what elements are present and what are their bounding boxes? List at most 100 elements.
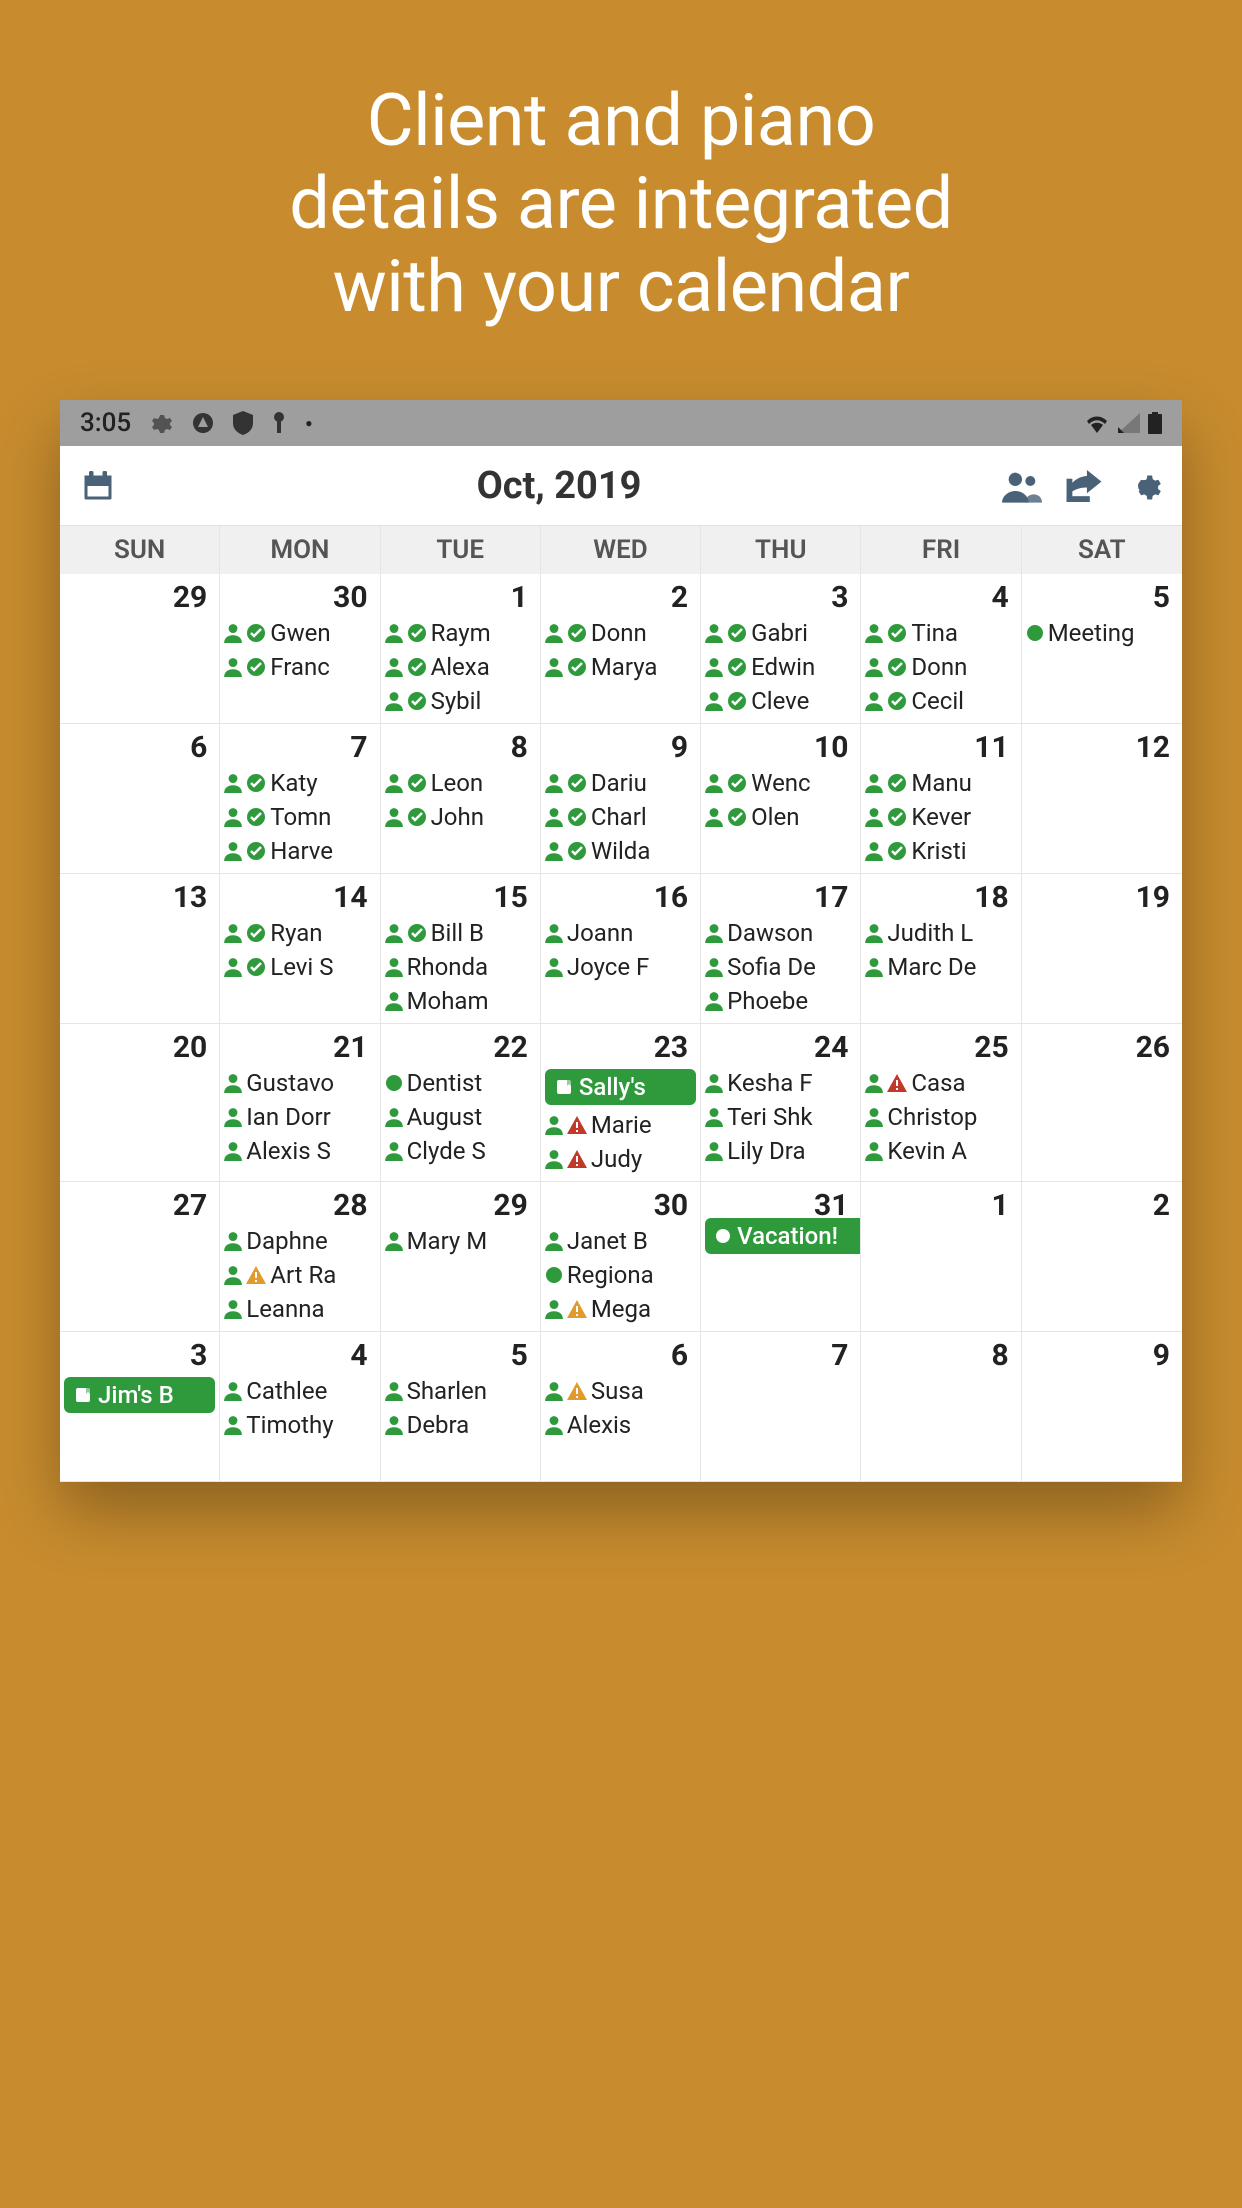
event-item[interactable]: Kevin A: [865, 1137, 1016, 1165]
event-item[interactable]: Bill B: [385, 919, 536, 947]
event-item[interactable]: Cleve: [705, 687, 856, 715]
day-cell[interactable]: 28DaphneArt RaLeanna: [220, 1182, 380, 1332]
event-item[interactable]: Wilda: [545, 837, 696, 865]
day-cell[interactable]: 24Kesha FTeri ShkLily Dra: [701, 1024, 861, 1182]
event-item[interactable]: Sybil: [385, 687, 536, 715]
event-item[interactable]: Mega: [545, 1295, 696, 1323]
day-cell[interactable]: 16JoannJoyce F: [541, 874, 701, 1024]
day-cell[interactable]: 27: [60, 1182, 220, 1332]
day-cell[interactable]: 31Vacation!: [701, 1182, 861, 1332]
event-item[interactable]: Olen: [705, 803, 856, 831]
event-item[interactable]: Judy: [545, 1145, 696, 1173]
day-cell[interactable]: 3GabriEdwinCleve: [701, 574, 861, 724]
event-item[interactable]: Sofia De: [705, 953, 856, 981]
event-item[interactable]: Ian Dorr: [224, 1103, 375, 1131]
event-item[interactable]: Kristi: [865, 837, 1016, 865]
day-cell[interactable]: 30Janet BRegionaMega: [541, 1182, 701, 1332]
day-cell[interactable]: 20: [60, 1024, 220, 1182]
event-item[interactable]: Judith L: [865, 919, 1016, 947]
event-banner[interactable]: Sally's: [545, 1069, 696, 1105]
event-item[interactable]: Alexa: [385, 653, 536, 681]
event-item[interactable]: Clyde S: [385, 1137, 536, 1165]
event-item[interactable]: Casa: [865, 1069, 1016, 1097]
day-cell[interactable]: 12: [1022, 724, 1182, 874]
event-item[interactable]: Marc De: [865, 953, 1016, 981]
event-item[interactable]: Lily Dra: [705, 1137, 856, 1165]
event-item[interactable]: Regiona: [545, 1261, 696, 1289]
day-cell[interactable]: 3Jim's B: [60, 1332, 220, 1482]
event-item[interactable]: Donn: [865, 653, 1016, 681]
event-item[interactable]: Tomn: [224, 803, 375, 831]
day-cell[interactable]: 23Sally'sMarieJudy: [541, 1024, 701, 1182]
event-item[interactable]: Phoebe: [705, 987, 856, 1015]
event-item[interactable]: Charl: [545, 803, 696, 831]
event-item[interactable]: Marie: [545, 1111, 696, 1139]
event-item[interactable]: Dawson: [705, 919, 856, 947]
event-item[interactable]: Cathlee: [224, 1377, 375, 1405]
event-item[interactable]: Ryan: [224, 919, 375, 947]
day-cell[interactable]: 11ManuKeverKristi: [861, 724, 1021, 874]
day-cell[interactable]: 17DawsonSofia DePhoebe: [701, 874, 861, 1024]
event-item[interactable]: Rhonda: [385, 953, 536, 981]
event-item[interactable]: Christop: [865, 1103, 1016, 1131]
event-banner[interactable]: Jim's B: [64, 1377, 215, 1413]
event-item[interactable]: Wenc: [705, 769, 856, 797]
day-cell[interactable]: 9: [1022, 1332, 1182, 1482]
event-item[interactable]: Teri Shk: [705, 1103, 856, 1131]
day-cell[interactable]: 8: [861, 1332, 1021, 1482]
day-cell[interactable]: 5Meeting: [1022, 574, 1182, 724]
event-item[interactable]: Leon: [385, 769, 536, 797]
event-item[interactable]: Debra: [385, 1411, 536, 1439]
event-wide-banner[interactable]: Vacation!: [705, 1218, 861, 1254]
event-item[interactable]: Moham: [385, 987, 536, 1015]
event-item[interactable]: Mary M: [385, 1227, 536, 1255]
day-cell[interactable]: 2DonnMarya: [541, 574, 701, 724]
day-cell[interactable]: 10WencOlen: [701, 724, 861, 874]
event-item[interactable]: Marya: [545, 653, 696, 681]
event-item[interactable]: Janet B: [545, 1227, 696, 1255]
day-cell[interactable]: 6: [60, 724, 220, 874]
event-item[interactable]: Gabri: [705, 619, 856, 647]
event-item[interactable]: Susa: [545, 1377, 696, 1405]
event-item[interactable]: Art Ra: [224, 1261, 375, 1289]
day-cell[interactable]: 4TinaDonnCecil: [861, 574, 1021, 724]
day-cell[interactable]: 5SharlenDebra: [381, 1332, 541, 1482]
event-item[interactable]: Daphne: [224, 1227, 375, 1255]
event-item[interactable]: Joyce F: [545, 953, 696, 981]
settings-icon[interactable]: [1126, 468, 1162, 504]
event-item[interactable]: Katy: [224, 769, 375, 797]
day-cell[interactable]: 30GwenFranc: [220, 574, 380, 724]
event-item[interactable]: Gustavo: [224, 1069, 375, 1097]
event-item[interactable]: Gwen: [224, 619, 375, 647]
event-item[interactable]: Alexis: [545, 1411, 696, 1439]
event-item[interactable]: Levi S: [224, 953, 375, 981]
event-item[interactable]: Joann: [545, 919, 696, 947]
day-cell[interactable]: 29: [60, 574, 220, 724]
event-item[interactable]: Alexis S: [224, 1137, 375, 1165]
event-item[interactable]: August: [385, 1103, 536, 1131]
day-cell[interactable]: 26: [1022, 1024, 1182, 1182]
share-icon[interactable]: [1066, 470, 1102, 502]
event-item[interactable]: Meeting: [1026, 619, 1178, 647]
day-cell[interactable]: 19: [1022, 874, 1182, 1024]
day-cell[interactable]: 15Bill BRhondaMoham: [381, 874, 541, 1024]
event-item[interactable]: Harve: [224, 837, 375, 865]
event-item[interactable]: Tina: [865, 619, 1016, 647]
day-cell[interactable]: 14RyanLevi S: [220, 874, 380, 1024]
event-item[interactable]: Kesha F: [705, 1069, 856, 1097]
day-cell[interactable]: 18Judith LMarc De: [861, 874, 1021, 1024]
day-cell[interactable]: 21GustavoIan DorrAlexis S: [220, 1024, 380, 1182]
event-item[interactable]: Leanna: [224, 1295, 375, 1323]
day-cell[interactable]: 8LeonJohn: [381, 724, 541, 874]
day-cell[interactable]: 6SusaAlexis: [541, 1332, 701, 1482]
day-cell[interactable]: 13: [60, 874, 220, 1024]
app-title[interactable]: Oct, 2019: [116, 464, 1002, 508]
day-cell[interactable]: 29Mary M: [381, 1182, 541, 1332]
event-item[interactable]: Sharlen: [385, 1377, 536, 1405]
day-cell[interactable]: 7KatyTomnHarve: [220, 724, 380, 874]
day-cell[interactable]: 4CathleeTimothy: [220, 1332, 380, 1482]
day-cell[interactable]: 22DentistAugustClyde S: [381, 1024, 541, 1182]
event-item[interactable]: Dariu: [545, 769, 696, 797]
event-item[interactable]: John: [385, 803, 536, 831]
calendar-grid[interactable]: 2930GwenFranc1RaymAlexaSybil2DonnMarya3G…: [60, 574, 1182, 1482]
